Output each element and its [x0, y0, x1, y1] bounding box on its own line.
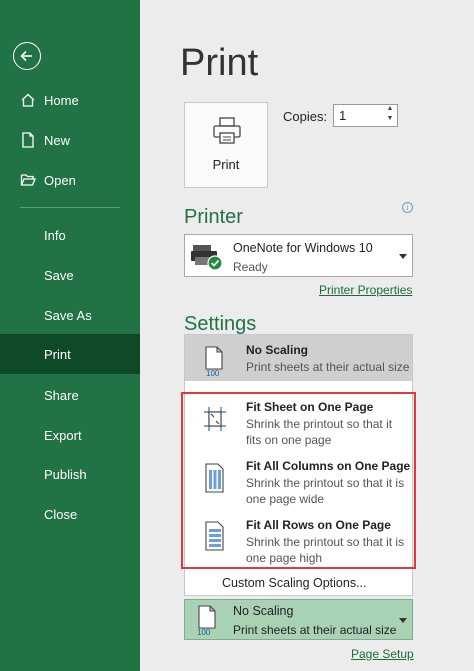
sidebar-item-label: Save — [44, 267, 74, 283]
scaling-option-no-scaling[interactable]: 100 No Scaling Print sheets at their act… — [185, 335, 412, 381]
printer-icon — [213, 117, 241, 144]
scaling-dropdown[interactable]: 100 No Scaling Print sheets at their act… — [184, 599, 413, 640]
printer-heading: Printer — [184, 206, 243, 228]
copies-stepper[interactable]: ▲ ▼ — [383, 104, 397, 127]
sidebar-item-label: Share — [44, 387, 79, 403]
svg-text:100: 100 — [197, 628, 211, 636]
home-icon — [20, 91, 36, 109]
print-button[interactable]: Print — [184, 102, 268, 188]
back-arrow-icon[interactable] — [13, 42, 41, 70]
sidebar-item-export[interactable]: Export — [0, 415, 140, 455]
chevron-down-icon — [399, 618, 407, 623]
printer-ready-icon — [191, 245, 223, 271]
sidebar-item-save-as[interactable]: Save As — [0, 295, 140, 335]
printer-dropdown[interactable]: OneNote for Windows 10 Ready — [184, 234, 413, 277]
sidebar-item-label: Save As — [44, 307, 92, 323]
custom-scaling-label: Custom Scaling Options... — [222, 576, 367, 590]
print-button-label: Print — [212, 157, 240, 172]
sidebar-item-label: Info — [44, 227, 66, 243]
sidebar-divider — [20, 207, 120, 208]
sidebar-item-save[interactable]: Save — [0, 255, 140, 295]
sidebar-item-new[interactable]: New — [0, 120, 140, 160]
svg-text:100: 100 — [206, 369, 220, 377]
custom-scaling-options[interactable]: Custom Scaling Options... — [185, 571, 412, 595]
chevron-up-icon[interactable]: ▲ — [383, 104, 397, 114]
no-scaling-icon: 100 — [197, 605, 216, 636]
backstage-sidebar: Home New Open Info Save Save As Print Sh… — [0, 0, 140, 671]
sidebar-item-label: Publish — [44, 466, 87, 482]
scaling-option-title: No Scaling — [246, 343, 309, 357]
sidebar-item-label: Export — [44, 427, 82, 443]
sidebar-item-home[interactable]: Home — [0, 80, 140, 120]
chevron-down-icon[interactable]: ▼ — [383, 114, 397, 124]
page-setup-link[interactable]: Page Setup — [351, 647, 414, 661]
sidebar-item-label: Home — [44, 92, 79, 108]
scaling-dropdown-title: No Scaling — [233, 604, 294, 618]
sidebar-item-label: Open — [44, 172, 76, 188]
sidebar-item-open[interactable]: Open — [0, 160, 140, 200]
sidebar-item-print[interactable]: Print — [0, 334, 140, 374]
sidebar-item-close[interactable]: Close — [0, 494, 140, 534]
printer-name: OneNote for Windows 10 — [233, 241, 373, 255]
printer-properties-link[interactable]: Printer Properties — [319, 283, 412, 297]
printer-status: Ready — [233, 260, 268, 274]
sidebar-item-share[interactable]: Share — [0, 375, 140, 415]
settings-heading: Settings — [184, 313, 257, 335]
sidebar-item-publish[interactable]: Publish — [0, 454, 140, 494]
new-document-icon — [20, 131, 36, 149]
sidebar-item-label: New — [44, 132, 71, 148]
chevron-down-icon — [399, 254, 407, 259]
scaling-option-desc: Print sheets at their actual size — [246, 360, 410, 374]
folder-open-icon — [20, 171, 36, 189]
scaling-dropdown-desc: Print sheets at their actual size — [233, 623, 397, 637]
sidebar-item-label: Close — [44, 506, 78, 522]
sidebar-item-info[interactable]: Info — [0, 215, 140, 255]
page-title: Print — [180, 42, 259, 84]
sidebar-item-label: Print — [44, 346, 71, 362]
highlight-annotation-box — [181, 392, 416, 569]
copies-label: Copies: — [283, 109, 328, 124]
info-icon[interactable]: i — [402, 202, 413, 213]
no-scaling-icon: 100 — [205, 346, 223, 377]
